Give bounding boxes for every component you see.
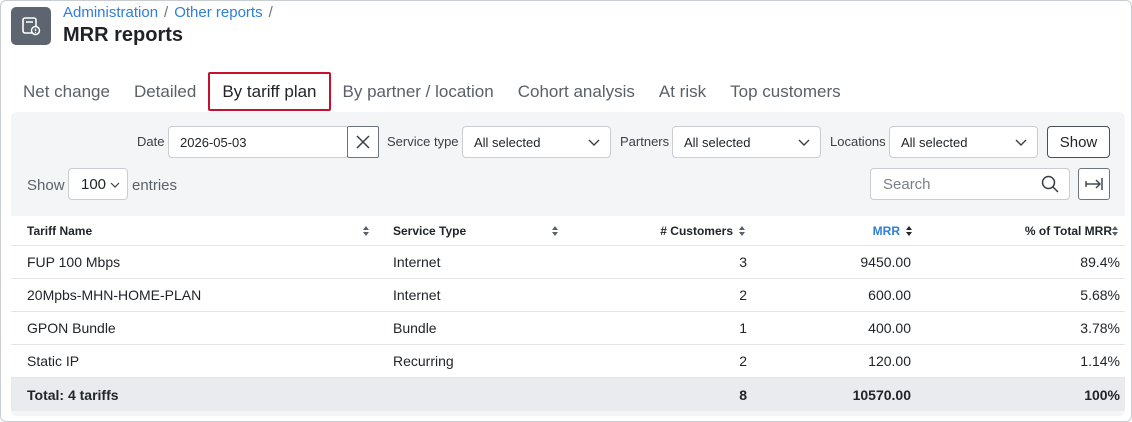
cell-service-type: Internet bbox=[393, 287, 441, 303]
cell-tariff-name: GPON Bundle bbox=[27, 320, 116, 336]
report-tabs: Net change Detailed By tariff plan By pa… bbox=[11, 72, 853, 112]
total-mrr: 10570.00 bbox=[852, 386, 911, 403]
table-total-row: Total: 4 tariffs 8 10570.00 100% bbox=[11, 378, 1125, 411]
tab-net-change[interactable]: Net change bbox=[11, 72, 122, 111]
service-type-select[interactable]: All selected bbox=[462, 126, 611, 158]
table-row: 20Mpbs-MHN-HOME-PLAN Internet 2 600.00 5… bbox=[11, 279, 1125, 312]
breadcrumb-separator: / bbox=[164, 4, 169, 21]
tab-detailed[interactable]: Detailed bbox=[122, 72, 208, 111]
chevron-down-icon bbox=[110, 182, 120, 188]
tab-cohort-analysis[interactable]: Cohort analysis bbox=[506, 72, 647, 111]
table-header: Tariff Name Service Type # Customers MRR… bbox=[11, 216, 1125, 246]
clear-date-button[interactable] bbox=[347, 126, 379, 158]
search-placeholder: Search bbox=[883, 175, 931, 193]
report-panel: Date 2026-05-03 Service type All selecte… bbox=[11, 112, 1125, 416]
table-row: GPON Bundle Bundle 1 400.00 3.78% bbox=[11, 312, 1125, 345]
cell-tariff-name: FUP 100 Mbps bbox=[27, 254, 121, 270]
total-percent: 100% bbox=[1084, 386, 1120, 403]
total-customers: 8 bbox=[739, 386, 747, 403]
cell-mrr: 400.00 bbox=[868, 320, 911, 336]
breadcrumb-separator: / bbox=[268, 4, 273, 21]
locations-value: All selected bbox=[901, 134, 968, 150]
cell-percent: 3.78% bbox=[1080, 320, 1120, 336]
service-type-value: All selected bbox=[474, 134, 541, 150]
table-row: Static IP Recurring 2 120.00 1.14% bbox=[11, 345, 1125, 378]
header-tariff-name[interactable]: Tariff Name bbox=[27, 216, 92, 245]
partners-value: All selected bbox=[684, 134, 751, 150]
tab-at-risk[interactable]: At risk bbox=[647, 72, 718, 111]
tab-by-tariff-plan[interactable]: By tariff plan bbox=[208, 72, 331, 111]
page-length-value: 100 bbox=[81, 175, 107, 193]
header-service-type[interactable]: Service Type bbox=[393, 216, 466, 245]
page-length-select[interactable]: 100 bbox=[68, 168, 128, 200]
chevron-down-icon bbox=[1015, 139, 1027, 146]
cell-mrr: 600.00 bbox=[868, 287, 911, 303]
table-row: FUP 100 Mbps Internet 3 9450.00 89.4% bbox=[11, 246, 1125, 279]
date-input[interactable]: 2026-05-03 bbox=[168, 126, 349, 158]
tariff-table: Tariff Name Service Type # Customers MRR… bbox=[11, 216, 1125, 411]
date-value: 2026-05-03 bbox=[180, 134, 247, 150]
cell-percent: 89.4% bbox=[1080, 254, 1120, 270]
total-label: Total: 4 tariffs bbox=[27, 386, 119, 403]
breadcrumb-other-reports[interactable]: Other reports bbox=[174, 4, 262, 21]
cell-tariff-name: Static IP bbox=[27, 353, 80, 369]
tab-top-customers[interactable]: Top customers bbox=[718, 72, 853, 111]
show-label: Show bbox=[27, 177, 65, 194]
chevron-down-icon bbox=[798, 139, 810, 146]
service-type-label: Service type bbox=[387, 134, 459, 149]
export-icon bbox=[1085, 178, 1103, 190]
cell-customers: 2 bbox=[739, 353, 747, 369]
app-window: Administration / Other reports / MRR rep… bbox=[0, 0, 1132, 422]
cell-service-type: Bundle bbox=[393, 320, 437, 336]
cell-percent: 5.68% bbox=[1080, 287, 1120, 303]
show-button[interactable]: Show bbox=[1047, 126, 1110, 158]
chevron-down-icon bbox=[588, 139, 600, 146]
cell-tariff-name: 20Mpbs-MHN-HOME-PLAN bbox=[27, 287, 202, 303]
cell-percent: 1.14% bbox=[1080, 353, 1120, 369]
sort-icon[interactable] bbox=[551, 225, 559, 237]
cell-customers: 3 bbox=[739, 254, 747, 270]
cell-customers: 1 bbox=[739, 320, 747, 336]
locations-label: Locations bbox=[830, 134, 886, 149]
header-customers[interactable]: # Customers bbox=[660, 216, 733, 245]
breadcrumb-administration[interactable]: Administration bbox=[63, 4, 158, 21]
header-mrr[interactable]: MRR bbox=[873, 216, 900, 245]
sort-icon[interactable] bbox=[738, 225, 746, 237]
entries-label: entries bbox=[132, 177, 178, 194]
tab-by-partner-location[interactable]: By partner / location bbox=[331, 72, 506, 111]
partners-select[interactable]: All selected bbox=[672, 126, 821, 158]
header-percent-total-mrr[interactable]: % of Total MRR bbox=[1025, 216, 1112, 245]
cell-service-type: Internet bbox=[393, 254, 441, 270]
export-button[interactable] bbox=[1078, 168, 1110, 200]
close-icon bbox=[356, 135, 370, 149]
sort-icon[interactable] bbox=[362, 225, 370, 237]
search-icon bbox=[1041, 175, 1059, 193]
locations-select[interactable]: All selected bbox=[889, 126, 1038, 158]
page-title: MRR reports bbox=[63, 24, 184, 46]
partners-label: Partners bbox=[620, 134, 670, 149]
sort-icon[interactable] bbox=[905, 225, 913, 237]
date-label: Date bbox=[137, 134, 165, 149]
cell-customers: 2 bbox=[739, 287, 747, 303]
reports-icon bbox=[11, 7, 51, 45]
breadcrumb: Administration / Other reports / bbox=[63, 4, 273, 21]
search-input[interactable]: Search bbox=[870, 168, 1070, 200]
cell-service-type: Recurring bbox=[393, 353, 454, 369]
cell-mrr: 9450.00 bbox=[860, 254, 911, 270]
cell-mrr: 120.00 bbox=[868, 353, 911, 369]
sort-icon[interactable] bbox=[1111, 225, 1119, 237]
